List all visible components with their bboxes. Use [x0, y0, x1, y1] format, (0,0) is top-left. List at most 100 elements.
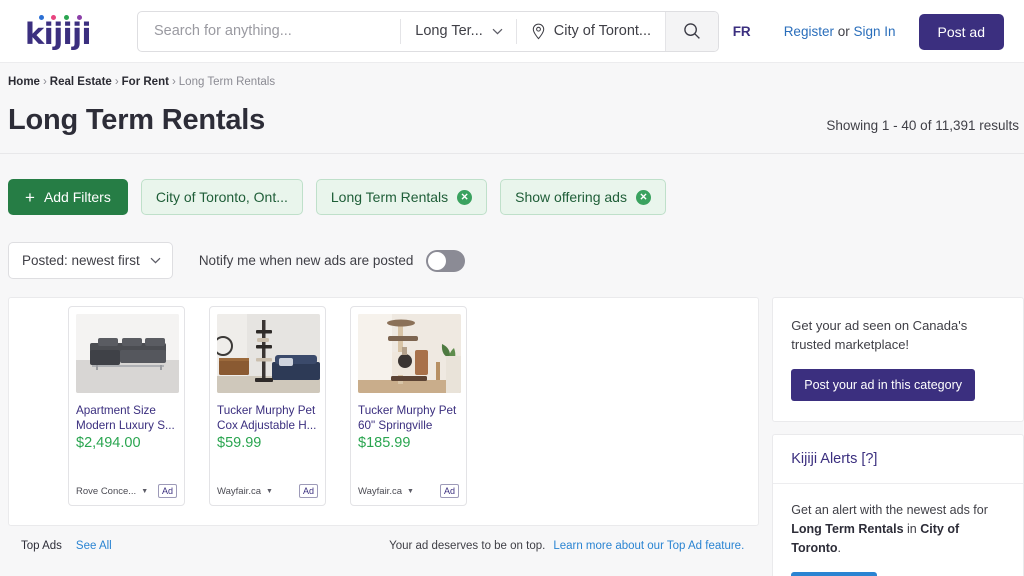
- product-price: $185.99: [358, 435, 411, 451]
- product-store-name: Wayfair.ca: [217, 485, 261, 497]
- top-ads-promo-text: Your ad deserves to be on top.: [389, 539, 546, 552]
- post-ad-button[interactable]: Post ad: [918, 13, 1004, 50]
- breadcrumb-sep-3: ›: [171, 76, 176, 88]
- header-right: FR Register or Sign In Post ad: [733, 0, 1004, 63]
- logo-dot-4: [77, 15, 82, 20]
- search-bar: Long Ter... City of Toront...: [137, 10, 719, 52]
- breadcrumb-sep-2: ›: [114, 76, 119, 88]
- close-circle-icon[interactable]: ✕: [635, 189, 651, 205]
- sponsored-ads-panel: Apartment Size Modern Luxury S... $2,494…: [8, 297, 760, 552]
- product-card[interactable]: Apartment Size Modern Luxury S... $2,494…: [68, 306, 185, 506]
- product-store-name: Wayfair.ca: [358, 485, 402, 497]
- product-card[interactable]: Tucker Murphy Pet Cox Adjustable H... $5…: [209, 306, 326, 506]
- logo-dot-1: [39, 15, 44, 20]
- product-title: Tucker Murphy Pet 60" Springville Ca...: [358, 404, 457, 432]
- product-card[interactable]: Tucker Murphy Pet 60" Springville Ca... …: [350, 306, 467, 506]
- product-footer: Wayfair.ca ▼ Ad: [358, 484, 459, 498]
- breadcrumb: Home › Real Estate › For Rent › Long Term Rent…: [0, 63, 1024, 88]
- breadcrumb-item-for-rent[interactable]: For Rent: [122, 76, 169, 88]
- caret-down-icon: ▼: [407, 487, 414, 495]
- search-input[interactable]: [138, 11, 401, 51]
- kijiji-logo[interactable]: kijiji: [25, 14, 99, 51]
- close-circle-icon[interactable]: ✕: [457, 189, 473, 205]
- plus-icon: +: [25, 187, 35, 207]
- toggle-knob: [428, 251, 447, 270]
- logo-wordmark: kijiji: [25, 17, 92, 51]
- ad-badge: Ad: [298, 484, 318, 498]
- page-title: Long Term Rentals: [8, 104, 266, 136]
- filter-chip-offering-ads[interactable]: Show offering ads ✕: [500, 179, 666, 215]
- top-ads-learn-more-link[interactable]: Learn more about our Top Ad feature.: [553, 540, 744, 552]
- product-price: $2,494.00: [76, 435, 141, 451]
- search-icon: [684, 23, 700, 39]
- kijiji-alerts-text: Get an alert with the newest ads for Lon…: [791, 501, 1005, 558]
- add-filters-button[interactable]: + Add Filters: [8, 179, 128, 215]
- signin-link[interactable]: Sign In: [853, 24, 895, 39]
- filter-chip-label: Show offering ads: [515, 189, 627, 205]
- chevron-down-icon: [492, 28, 503, 34]
- product-title: Apartment Size Modern Luxury S...: [76, 404, 175, 432]
- alerts-text-mid: in: [903, 522, 921, 536]
- ad-badge: Ad: [439, 484, 459, 498]
- caret-down-icon: ▼: [266, 487, 273, 495]
- product-image-sofa: [76, 314, 179, 393]
- product-store[interactable]: Rove Conce... ▼: [76, 486, 148, 497]
- product-title: Tucker Murphy Pet Cox Adjustable H...: [217, 404, 317, 432]
- logo-dot-3: [64, 15, 69, 20]
- register-link[interactable]: Register: [784, 24, 834, 39]
- product-footer: Rove Conce... ▼ Ad: [76, 484, 177, 498]
- sort-row: Posted: newest first Notify me when new …: [0, 215, 1024, 279]
- kijiji-alerts-title: Kijiji Alerts: [791, 451, 858, 467]
- product-store-name: Rove Conce...: [76, 485, 137, 497]
- notify-label: Notify me when new ads are posted: [198, 253, 414, 268]
- breadcrumb-item-real-estate[interactable]: Real Estate: [50, 76, 112, 88]
- filter-chip-label: City of Toronto, Ont...: [155, 189, 288, 205]
- alerts-text-category: Long Term Rentals: [791, 522, 904, 536]
- kijiji-alerts-body: Get an alert with the newest ads for Lon…: [773, 484, 1023, 576]
- caret-down-icon: ▼: [141, 487, 149, 495]
- post-your-ad-button[interactable]: Post your ad in this category: [791, 369, 975, 401]
- site-header: kijiji Long Ter... City of Toront...: [0, 0, 1024, 63]
- add-filters-label: Add Filters: [43, 189, 111, 205]
- category-select[interactable]: Long Ter...: [401, 12, 515, 51]
- alerts-text-prefix: Get an alert with the newest ads for: [791, 503, 988, 517]
- top-ads-label: Top Ads: [21, 539, 62, 552]
- alerts-text-suffix: .: [837, 541, 842, 555]
- product-store[interactable]: Wayfair.ca ▼: [217, 486, 273, 497]
- product-price: $59.99: [217, 435, 262, 451]
- auth-links: Register or Sign In: [784, 24, 896, 39]
- top-ads-bar: Top Ads See All Your ad deserves to be o…: [9, 525, 758, 566]
- logo-dots: [39, 15, 99, 22]
- product-image-cat-pole: [217, 314, 320, 393]
- sort-select[interactable]: Posted: newest first: [8, 242, 173, 279]
- filter-chip-row: + Add Filters City of Toronto, Ont... Lo…: [0, 154, 1024, 215]
- language-link[interactable]: FR: [733, 24, 751, 39]
- sign-up-button[interactable]: Sign Up ▶: [791, 572, 877, 576]
- post-ad-promo-card: Get your ad seen on Canada's trusted mar…: [772, 297, 1024, 422]
- ad-badge: Ad: [157, 484, 177, 498]
- logo-dot-2: [51, 15, 56, 20]
- product-image-cat-tree: [358, 314, 461, 393]
- page-title-row: Long Term Rentals Showing 1 - 40 of 11,3…: [0, 88, 1024, 137]
- location-select[interactable]: City of Toront...: [517, 12, 665, 51]
- kijiji-alerts-card: Kijiji Alerts [?] Get an alert with the n…: [772, 434, 1024, 576]
- sort-select-value: Posted: newest first: [22, 253, 140, 268]
- filter-chip-category[interactable]: Long Term Rentals ✕: [315, 179, 488, 215]
- main-content: Apartment Size Modern Luxury S... $2,494…: [0, 279, 1024, 576]
- see-all-link[interactable]: See All: [76, 540, 112, 552]
- filter-chip-label: Long Term Rentals: [330, 189, 449, 205]
- map-pin-icon: [532, 23, 544, 39]
- breadcrumb-current: Long Term Rentals: [178, 76, 276, 88]
- category-select-value: Long Ter...: [415, 23, 483, 39]
- product-footer: Wayfair.ca ▼ Ad: [217, 484, 318, 498]
- product-store[interactable]: Wayfair.ca ▼: [358, 486, 414, 497]
- notify-toggle[interactable]: [426, 249, 466, 272]
- results-count: Showing 1 - 40 of 11,391 results: [826, 118, 1019, 133]
- kijiji-alerts-header: Kijiji Alerts [?]: [773, 435, 1023, 484]
- help-icon[interactable]: [?]: [861, 451, 877, 467]
- breadcrumb-sep-1: ›: [42, 76, 47, 88]
- search-button[interactable]: [665, 11, 718, 51]
- filter-chip-location[interactable]: City of Toronto, Ont...: [140, 179, 303, 215]
- auth-or: or: [833, 24, 854, 39]
- breadcrumb-item-home[interactable]: Home: [8, 76, 40, 88]
